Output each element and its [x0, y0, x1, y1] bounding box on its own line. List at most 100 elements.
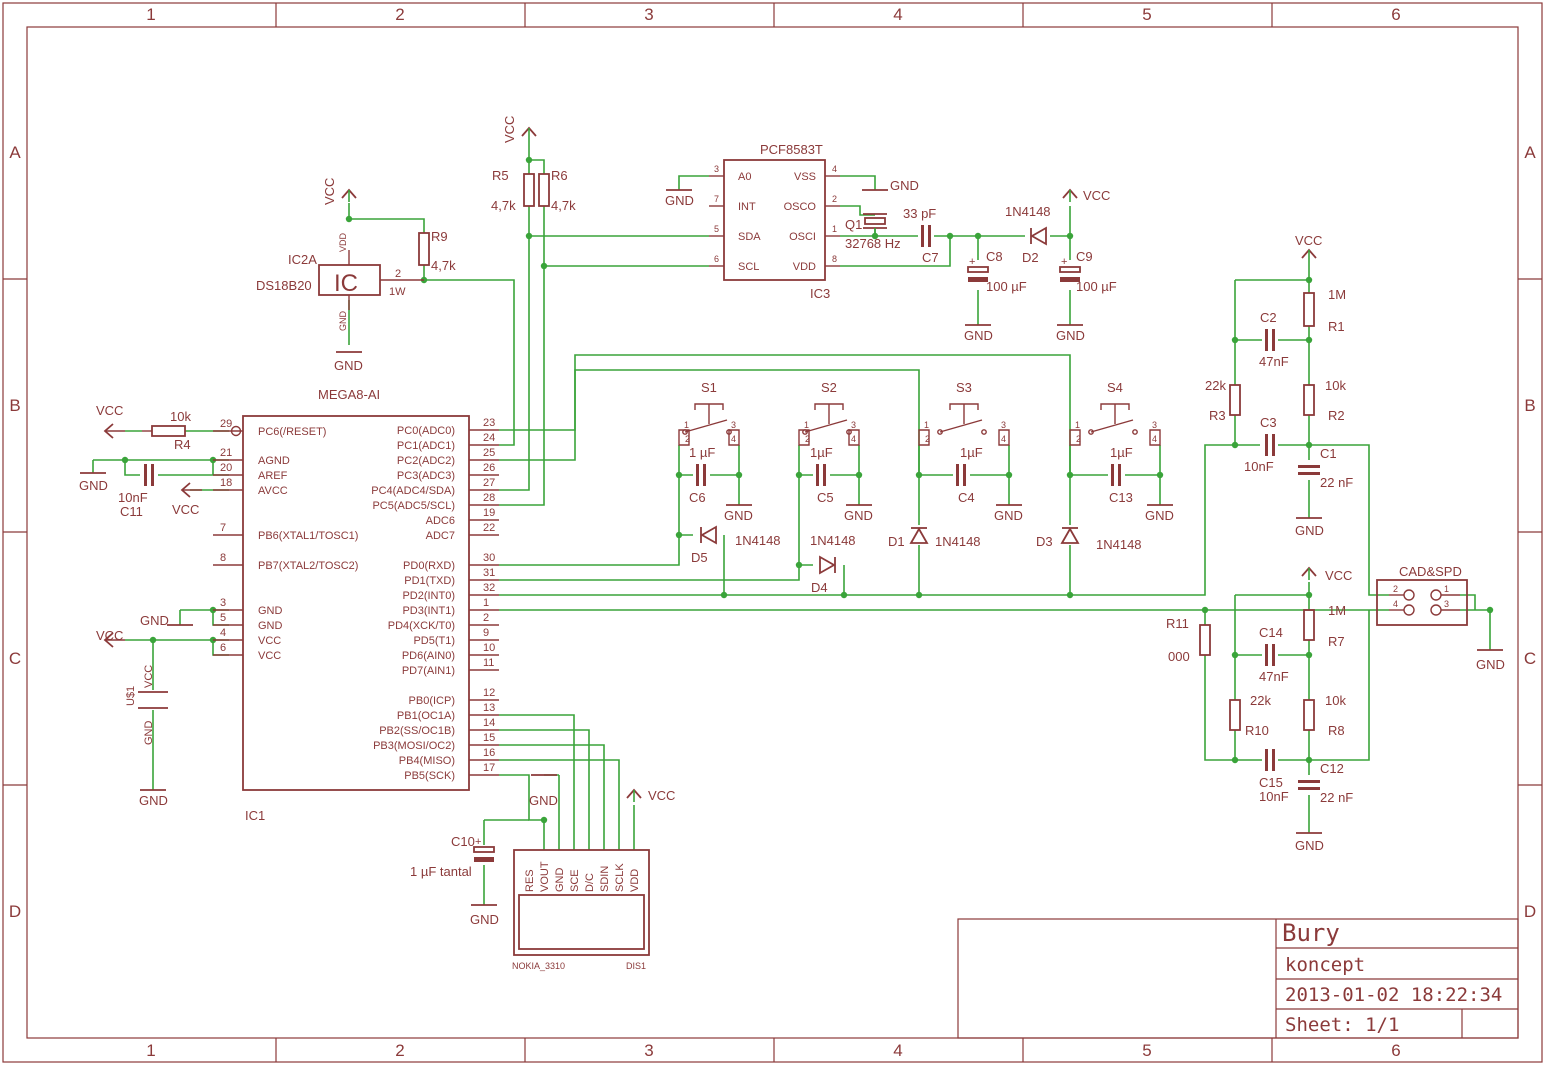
connector-pin-1: 1: [1444, 584, 1449, 594]
switch-s1-pin3: 3: [731, 420, 736, 430]
d4-ref: D4: [811, 580, 828, 595]
ic1-pin-num-20: 20: [220, 462, 232, 474]
ic1-pin-num-17: 17: [483, 762, 495, 774]
diode-d2: [1030, 226, 1047, 246]
resistor-r3: [1229, 384, 1241, 416]
svg-text:+: +: [1061, 256, 1067, 268]
capacitor-c3: [1265, 434, 1275, 456]
c2-value: 47nF: [1259, 354, 1289, 369]
resistor-r7: [1303, 609, 1315, 641]
ic2-pin-vdd: VDD: [338, 232, 348, 252]
col-top-4: 4: [893, 5, 902, 24]
ic3-pin-num-4: 4: [832, 164, 837, 174]
vcc-power-label: VCC: [96, 628, 123, 643]
vcc-reset-pullup: VCC: [96, 403, 125, 439]
ic1-pin-name-26: PC3(ADC3): [397, 470, 455, 482]
r10-value: 22k: [1250, 693, 1271, 708]
switch-s2-pin1: 1: [804, 420, 809, 430]
ic3-pin-name-2: OSCO: [784, 201, 817, 213]
ic2-pin-gnd: GND: [338, 311, 348, 332]
gnd-s3: GND: [994, 504, 1023, 523]
switch-s1-label: S1: [701, 380, 717, 395]
r11-ref: R11: [1166, 616, 1189, 631]
gnd-display-label: GND: [529, 793, 558, 808]
display-pin-sdin: SDIN: [599, 866, 611, 892]
ic1-pin-name-28: PC5(ADC5/SCL): [372, 500, 455, 512]
switch-s1-pin4: 4: [731, 434, 736, 444]
capacitor-c7: [921, 225, 931, 247]
r6-value: 4,7k: [551, 198, 576, 213]
c10-value: 1 µF tantal: [410, 864, 472, 879]
display-pin-sce: SCE: [569, 869, 581, 892]
r10-ref: R10: [1245, 723, 1269, 738]
ic1-pin-name-21: AGND: [258, 455, 290, 467]
c6-value: 1 µF: [689, 445, 715, 460]
display-ref: DIS1: [626, 961, 646, 971]
capacitor-c4: [956, 464, 966, 486]
ic1-pin-name-6: VCC: [258, 650, 281, 662]
ic1-pin-num-23: 23: [483, 417, 495, 429]
gnd-agnd: GND: [79, 472, 108, 493]
r2-value: 10k: [1325, 378, 1346, 393]
gnd-ic1-label: GND: [140, 613, 169, 628]
capacitor-c6: [696, 464, 706, 486]
d1-value: 1N4148: [935, 534, 981, 549]
ic3-pin-name-8: VDD: [793, 261, 816, 273]
capacitor-c12: [1298, 780, 1320, 790]
display-value: NOKIA_3310: [512, 961, 565, 971]
ic1-pin-name-16: PB4(MISO): [399, 755, 455, 767]
q1-value: 32768 Hz: [845, 236, 901, 251]
gnd-filter-upper: GND: [1295, 517, 1324, 538]
switch-s1: S1 1 2 3 4: [678, 380, 740, 446]
c5-ref: C5: [817, 490, 834, 505]
col-bottom-2: 2: [395, 1041, 404, 1060]
capacitor-c14: [1265, 644, 1275, 666]
ic1-pin-num-13: 13: [483, 702, 495, 714]
ic3-pin-num-7: 7: [714, 194, 719, 204]
gnd-filter-upper-label: GND: [1295, 523, 1324, 538]
gnd-connector: GND: [1476, 649, 1505, 672]
ic1-pin-num-18: 18: [220, 477, 232, 489]
col-top-2: 2: [395, 5, 404, 24]
ic1-pin-name-29: PC6(/RESET): [258, 426, 326, 438]
ic1-pin-name-1: PD3(INT1): [402, 605, 455, 617]
ic1-pin-num-21: 21: [220, 447, 232, 459]
u1-pin-gnd: GND: [143, 721, 155, 746]
title-block-subtitle: koncept: [1285, 954, 1365, 976]
ic3-pin-num-8: 8: [832, 254, 837, 264]
gnd-agnd-label: GND: [79, 478, 108, 493]
gnd-supply: GND: [139, 789, 168, 808]
vcc-rtc: VCC: [1062, 188, 1110, 203]
resistor-r1: [1303, 292, 1315, 327]
ic1-pin-name-4: VCC: [258, 635, 281, 647]
ic1-pin-num-32: 32: [483, 582, 495, 594]
ic3-pin-num-5: 5: [714, 224, 719, 234]
vcc-filter-lower-label: VCC: [1325, 568, 1352, 583]
ic1-pin-name-7: PB6(XTAL1/TOSC1): [258, 530, 358, 542]
ic1-pin-name-15: PB3(MOSI/OC2): [373, 740, 455, 752]
r8-value: 10k: [1325, 693, 1346, 708]
switch-s4: S4 1 2 3 4: [1069, 380, 1161, 446]
r3-ref: R3: [1209, 408, 1226, 423]
col-bottom-4: 4: [893, 1041, 902, 1060]
ic1-pin-num-5: 5: [220, 612, 226, 624]
ic1-pin-name-17: PB5(SCK): [404, 770, 455, 782]
c15-value: 10nF: [1259, 789, 1289, 804]
c11-value: 10nF: [118, 490, 148, 505]
capacitor-c13: [1111, 464, 1121, 486]
ic3-pin-num-2: 2: [832, 194, 837, 204]
display-pin-gnd: GND: [554, 868, 566, 893]
ic1-pin-num-19: 19: [483, 507, 495, 519]
switch-s1-pin2: 2: [685, 434, 690, 444]
switch-s2-pin4: 4: [851, 434, 856, 444]
ic1-pin-name-13: PB1(OC1A): [397, 710, 455, 722]
ic1-right-pins: 23 PC0(ADC0) 24 PC1(ADC1) 25 PC2(ADC2) 26 PC3(A…: [371, 417, 499, 782]
connector-pin-2: 2: [1393, 584, 1398, 594]
c8-value: 100 µF: [986, 279, 1027, 294]
u1-pin-vcc: VCC: [143, 665, 155, 688]
c7-value: 33 pF: [903, 206, 936, 221]
capacitor-c5: [816, 464, 826, 486]
c5-value: 1µF: [810, 445, 833, 460]
vcc-power: VCC: [96, 628, 125, 648]
col-top-1: 1: [146, 5, 155, 24]
